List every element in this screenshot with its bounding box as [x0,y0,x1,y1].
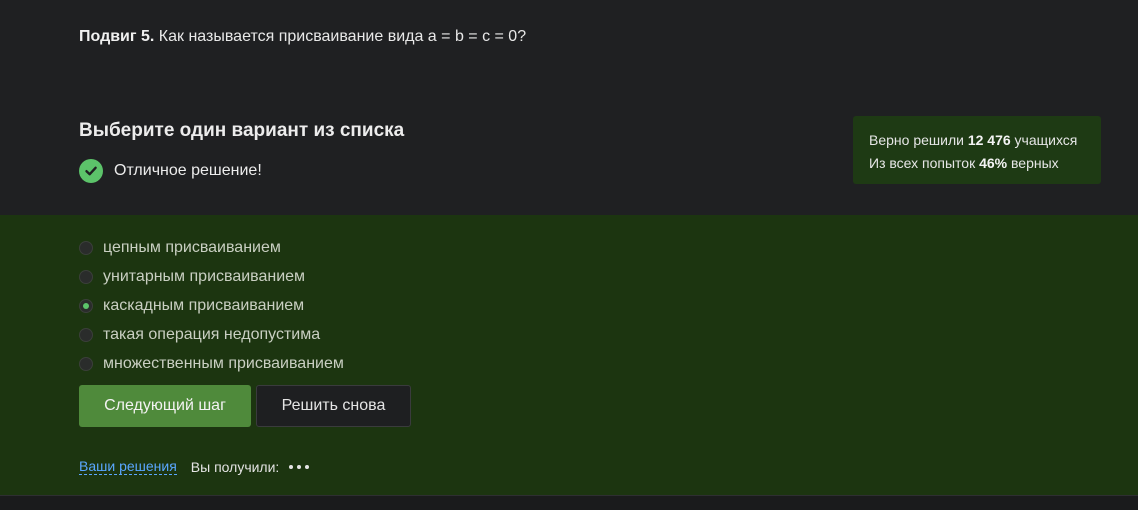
submission-footer: Ваши решения Вы получили: [79,458,310,475]
feedback-text: Отличное решение! [114,162,262,179]
option-label[interactable]: цепным присваиванием [103,239,281,257]
option-item[interactable]: цепным присваиванием [79,233,344,262]
stats-solved-count: 12 476 [967,132,1011,148]
radio-button[interactable] [79,269,93,284]
question-label: Подвиг 5. [79,28,155,45]
your-solutions-link[interactable]: Ваши решения [79,458,177,475]
stats-percent-prefix: Из всех попыток [869,155,976,171]
option-label[interactable]: множественным присваиванием [103,355,344,373]
option-item[interactable]: такая операция недопустима [79,320,344,349]
stats-solved-line: Верно решили 12 476 учащихся [869,129,1101,152]
option-label[interactable]: унитарным присваиванием [103,268,305,286]
option-item[interactable]: унитарным присваиванием [79,262,344,291]
radio-button[interactable] [79,356,93,371]
more-dots-icon[interactable] [289,464,310,469]
radio-button-selected[interactable] [79,298,93,313]
question-text: Подвиг 5. Как называется присваивание ви… [79,28,526,46]
stats-percent-suffix: верных [1011,155,1059,171]
next-step-button[interactable]: Следующий шаг [79,385,251,427]
dot [289,464,294,469]
stats-percent-line: Из всех попыток 46% верных [869,152,1101,175]
check-circle-icon [79,159,103,183]
radio-button[interactable] [79,240,93,255]
option-item-selected[interactable]: каскадным присваиванием [79,291,344,320]
stats-percent-value: 46% [979,155,1008,171]
option-item[interactable]: множественным присваиванием [79,349,344,378]
stats-panel: Верно решили 12 476 учащихся Из всех поп… [853,116,1101,184]
task-title: Выберите один вариант из списка [79,120,405,141]
you-got-label: Вы получили: [190,458,280,475]
bottom-divider [0,495,1138,510]
dot [297,464,302,469]
option-label[interactable]: такая операция недопустима [103,326,320,344]
dot [305,464,310,469]
feedback-message: Отличное решение! [79,159,262,183]
radio-button[interactable] [79,327,93,342]
option-label[interactable]: каскадным присваиванием [103,297,304,315]
solve-again-button[interactable]: Решить снова [256,385,411,427]
stats-solved-prefix: Верно решили [869,132,964,148]
answer-area: цепным присваиванием унитарным присваива… [0,215,1138,495]
options-list: цепным присваиванием унитарным присваива… [79,233,344,378]
step-header: Подвиг 5. Как называется присваивание ви… [0,0,1138,215]
radio-dot [83,302,89,309]
question-body: Как называется присваивание вида a = b =… [158,28,527,45]
stats-solved-suffix: учащихся [1014,132,1078,148]
